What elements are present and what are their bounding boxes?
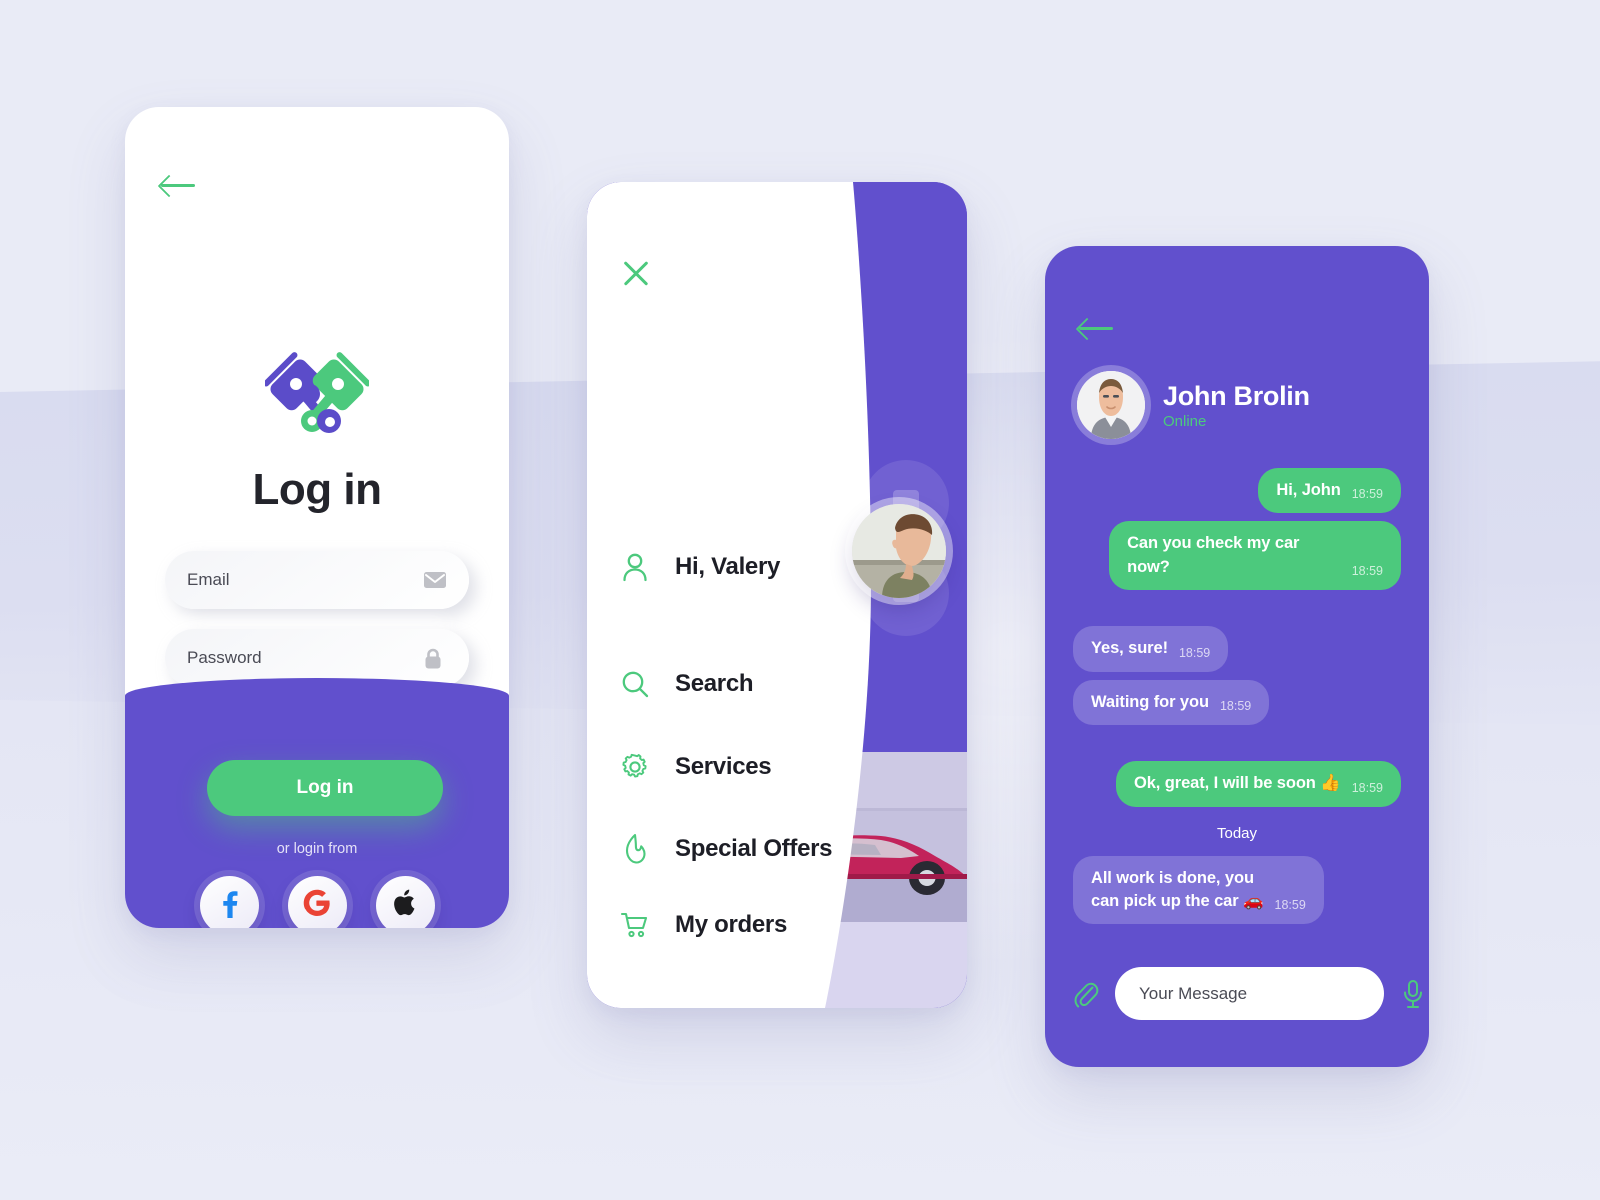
message-text: Waiting for you — [1091, 692, 1209, 711]
contact-name: John Brolin — [1163, 380, 1310, 411]
menu-item-label: Search — [675, 670, 754, 697]
social-login-row — [125, 876, 509, 928]
person-icon — [619, 551, 651, 583]
gear-icon — [619, 751, 651, 783]
message-row: Ok, great, I will be soon 👍 18:59 — [1073, 761, 1401, 807]
message-bubble[interactable]: Ok, great, I will be soon 👍 18:59 — [1116, 761, 1401, 807]
message-input-bar — [1045, 952, 1429, 1067]
message-timestamp: 18:59 — [1178, 645, 1211, 660]
status-badge: Online — [1163, 412, 1207, 430]
message-row: Yes, sure! 18:59 — [1073, 626, 1401, 672]
menu-item-greeting[interactable]: Hi, Valery — [619, 551, 780, 583]
facebook-icon — [214, 888, 244, 923]
day-separator: Today — [1216, 824, 1258, 842]
menu-item-label: Services — [675, 753, 772, 780]
page-title: Log in — [252, 465, 382, 514]
menu-item-special-offers[interactable]: Special Offers — [619, 833, 832, 865]
message-gap — [1073, 598, 1401, 626]
flame-icon — [619, 833, 651, 865]
or-login-label: or login from — [276, 841, 358, 857]
password-field-label: Password — [187, 648, 262, 667]
message-text: Hi, John — [1276, 481, 1341, 499]
menu-item-search[interactable]: Search — [619, 668, 753, 700]
email-field[interactable]: Email — [165, 551, 469, 609]
contact-avatar-photo[interactable] — [1077, 371, 1145, 439]
message-bubble[interactable]: Waiting for you 18:59 — [1073, 679, 1270, 726]
message-timestamp: 18:59 — [1351, 780, 1383, 795]
menu-item-label: Hi, Valery — [675, 553, 781, 580]
close-x-icon[interactable] — [621, 258, 651, 288]
message-timestamp: 18:59 — [1274, 898, 1306, 913]
google-login-button[interactable] — [287, 876, 347, 928]
login-button[interactable]: Log in — [207, 760, 443, 816]
message-bubble[interactable]: Yes, sure! 18:59 — [1073, 626, 1229, 672]
menu-item-my-orders[interactable]: My orders — [619, 909, 787, 941]
cart-icon — [619, 909, 651, 941]
back-button[interactable] — [1079, 318, 1113, 338]
message-bubble[interactable]: Hi, John 18:59 — [1258, 468, 1401, 514]
microphone-icon[interactable] — [1398, 977, 1428, 1011]
message-row: All work is done, you can pick up the car… — [1073, 855, 1401, 925]
user-avatar-photo[interactable] — [852, 504, 946, 598]
pistons-logo — [125, 345, 509, 445]
chat-screen: John Brolin Online Hi, John 18:59 Can you … — [1045, 246, 1429, 1067]
menu-screen: Full Service che Service Hi, Valery Sear… — [587, 182, 967, 1008]
chat-header: John Brolin Online — [1077, 371, 1310, 439]
message-row: Waiting for you 18:59 — [1073, 679, 1401, 726]
message-row: Can you check my car now? 18:59 — [1073, 521, 1401, 591]
back-button[interactable] — [161, 175, 195, 195]
message-text: Yes, sure! — [1091, 639, 1168, 658]
chat-contact-info: John Brolin Online — [1163, 381, 1310, 430]
arrow-left-icon — [161, 175, 195, 195]
email-field-label: Email — [187, 570, 230, 589]
message-text: Can you check my car now? — [1127, 534, 1300, 576]
menu-item-label: Special Offers — [675, 835, 833, 862]
message-input[interactable] — [1115, 967, 1384, 1020]
lock-icon — [423, 648, 447, 669]
apple-login-button[interactable] — [375, 876, 435, 928]
message-timestamp: 18:59 — [1351, 487, 1383, 502]
google-icon — [303, 889, 331, 922]
envelope-icon — [423, 570, 447, 590]
message-text: Ok, great, I will be soon 👍 — [1134, 774, 1341, 793]
apple-icon — [391, 888, 419, 923]
menu-item-services[interactable]: Services — [619, 751, 771, 783]
arrow-left-icon — [1079, 318, 1113, 338]
message-bubble[interactable]: All work is done, you can pick up the car… — [1073, 855, 1324, 925]
search-icon — [619, 668, 651, 700]
message-gap — [1073, 733, 1401, 761]
message-timestamp: 18:59 — [1219, 699, 1252, 714]
message-row: Hi, John 18:59 — [1073, 468, 1401, 514]
menu-panel: Hi, Valery Search Services Special Offer… — [587, 182, 883, 1008]
menu-item-label: My orders — [675, 911, 788, 938]
message-text: All work is done, you can pick up the car… — [1091, 868, 1264, 910]
paperclip-icon[interactable] — [1071, 977, 1101, 1011]
login-screen: Log in Email Password Forgot password? L… — [125, 107, 509, 928]
message-timestamp: 18:59 — [1351, 564, 1383, 579]
message-thread: Hi, John 18:59 Can you check my car now? 18… — [1045, 468, 1429, 952]
message-bubble[interactable]: Can you check my car now? 18:59 — [1109, 521, 1401, 591]
facebook-login-button[interactable] — [199, 876, 259, 928]
